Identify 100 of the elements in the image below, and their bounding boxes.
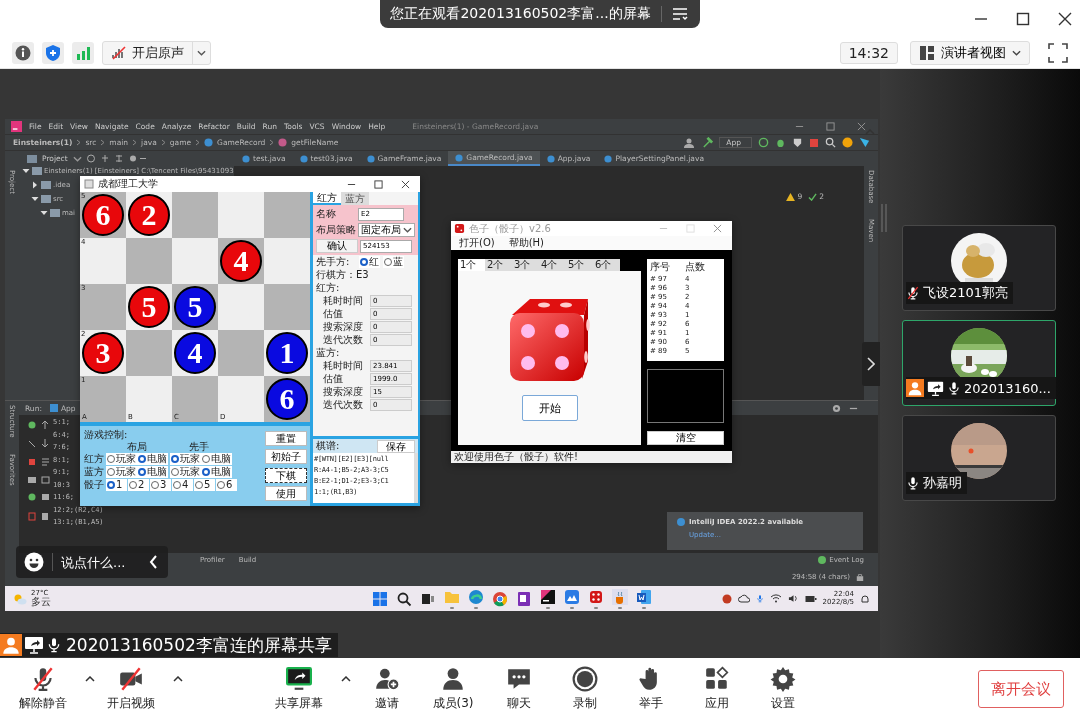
cloud-icon[interactable] [737,594,750,603]
confirm-button[interactable]: 确认 [316,239,358,253]
emoji-icon[interactable] [24,552,44,572]
radio-button[interactable]: 电脑 [201,465,232,478]
record-dot-icon[interactable] [721,593,732,604]
menu-item[interactable]: 帮助(H) [508,236,544,250]
toolbar-button[interactable]: 开启视频 [98,666,186,712]
collapse-left-icon[interactable] [149,555,158,569]
caret-icon[interactable] [341,676,351,682]
toolbar-button[interactable]: 录制 [552,666,618,712]
game-button[interactable]: 使用 [265,486,307,501]
leave-meeting-button[interactable]: 离开会议 [978,670,1064,708]
game-button[interactable]: 重置 [265,431,307,446]
chat-input[interactable]: 说点什么... [61,554,141,570]
game-piece[interactable]: 2 [128,194,170,236]
layout-dropdown[interactable]: 固定布局 [358,223,415,237]
radio-button[interactable]: 2 [128,478,149,491]
game-button[interactable]: 初始子 [265,449,307,465]
wifi-icon[interactable] [769,594,782,603]
check-icon[interactable] [808,192,818,201]
radio-button[interactable]: 玩家 [106,452,137,465]
collapse-handle[interactable] [862,342,880,386]
participant-tile[interactable]: 孙嘉明 [902,415,1056,501]
view-dropdown[interactable]: 演讲者视图 [910,41,1030,65]
dice-count-tab[interactable]: 4个 [539,259,566,271]
radio-button[interactable]: 5 [194,478,215,491]
game-piece[interactable]: 5 [128,286,170,328]
dice-count-tab[interactable]: 5个 [566,259,593,271]
toolbar-button[interactable]: 解除静音 [10,666,98,712]
dice-count-tab[interactable]: 6个 [593,259,620,271]
panel-grip-icon[interactable] [881,204,887,232]
radio-button[interactable]: 1 [106,478,127,491]
dice-count-tab[interactable]: 3个 [512,259,539,271]
radio-button[interactable]: 玩家 [106,465,137,478]
radio-button[interactable]: 电脑 [201,452,232,465]
clear-button[interactable]: 清空 [647,431,724,445]
fullscreen-icon[interactable] [1048,43,1068,63]
rerun-icon[interactable] [758,137,769,148]
menu-item[interactable]: 打开(O) [459,236,495,250]
notification-icon[interactable] [860,593,870,604]
toolbar-icons-drawing[interactable] [86,154,147,163]
close-icon[interactable] [1058,12,1072,26]
radio-button[interactable]: 3 [150,478,171,491]
save-button[interactable]: 保存 [377,439,415,453]
caret-icon[interactable] [85,676,95,682]
start-button[interactable]: 开始 [521,395,578,421]
radio-button[interactable]: 4 [172,478,193,491]
caret-icon[interactable] [173,676,183,682]
bug-icon[interactable] [775,137,786,148]
game-piece[interactable]: 4 [174,332,216,374]
game-piece[interactable]: 5 [174,286,216,328]
player-tab[interactable]: 蓝方 [341,192,369,205]
user-icon[interactable] [684,137,697,148]
speaker-icon[interactable] [787,594,799,603]
radio-button[interactable]: 电脑 [137,452,168,465]
coverage-icon[interactable] [792,137,803,148]
settings-icon[interactable] [832,403,841,413]
toolbar-button[interactable]: 成员(3) [420,666,486,712]
collapsed-arrow-icon[interactable] [31,181,39,189]
radio-button[interactable]: 玩家 [170,465,201,478]
lock-icon[interactable] [856,572,864,581]
mic-icon[interactable] [755,593,764,604]
info-icon[interactable] [12,42,34,64]
radio-button[interactable]: 电脑 [137,465,168,478]
game-piece[interactable]: 6 [266,378,308,420]
toolbar-button[interactable]: 聊天 [486,666,552,712]
stop-icon[interactable] [809,137,819,148]
radio-button[interactable]: 红 [359,255,380,268]
list-menu-icon[interactable] [671,7,688,21]
player-tab[interactable]: 红方 [313,192,341,205]
participant-tile[interactable]: 202013160... [902,320,1056,406]
close-icon[interactable] [401,179,410,189]
radio-button[interactable]: 蓝 [383,255,404,268]
game-button[interactable]: 下棋 [265,467,307,483]
taskbar-button[interactable] [539,587,558,610]
expanded-arrow-icon[interactable] [22,167,30,175]
game-piece[interactable]: 1 [266,332,308,374]
search-icon[interactable] [825,137,836,148]
toolbar-button[interactable]: 应用 [684,666,750,712]
radio-button[interactable]: 玩家 [170,452,201,465]
toolbar-button[interactable]: 共享屏幕 [266,666,354,712]
update-icon[interactable] [842,137,853,148]
warning-icon[interactable] [786,192,796,201]
dice-count-tab[interactable]: 2个 [485,259,512,271]
shield-icon[interactable] [42,42,64,64]
expanded-arrow-icon[interactable] [40,209,48,217]
caret-icon [197,50,206,56]
maximize-icon[interactable] [1016,12,1030,26]
plugin-icon[interactable] [859,137,870,148]
radio-button[interactable]: 6 [216,478,237,491]
toolbar-button[interactable]: 设置 [750,666,816,712]
toolbar-button[interactable]: 举手 [618,666,684,712]
hammer-icon[interactable] [702,137,714,148]
participant-tile[interactable]: 飞设2101郭亮 [902,225,1056,311]
dice-count-tab[interactable]: 1个 [458,259,485,271]
game-piece[interactable]: 4 [220,240,262,282]
battery-icon[interactable] [804,594,817,603]
expanded-arrow-icon[interactable] [31,195,39,203]
ide-logo-icon[interactable] [11,121,22,132]
toolbar-button[interactable]: 邀请 [354,666,420,712]
